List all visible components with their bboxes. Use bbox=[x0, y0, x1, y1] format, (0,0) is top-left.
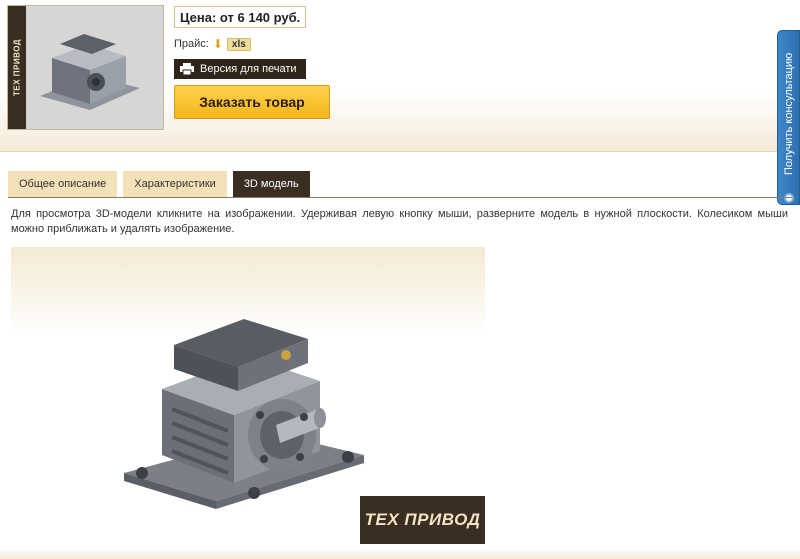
pricelist-label: Прайс: bbox=[174, 38, 209, 50]
tab-characteristics[interactable]: Характеристики bbox=[123, 171, 227, 197]
gearbox-3d-image bbox=[124, 319, 364, 509]
thumbnail-logo: ТЕХ ПРИВОД bbox=[8, 6, 26, 129]
footer-band bbox=[0, 548, 800, 559]
product-tabs: Общее описание Характеристики 3D модель bbox=[8, 171, 792, 198]
download-arrow-icon[interactable]: ⬇ bbox=[213, 38, 223, 50]
consultation-label: Получить консультацию bbox=[783, 52, 795, 176]
order-product-button[interactable]: Заказать товар bbox=[174, 85, 330, 119]
pricelist-xls-link[interactable]: xls bbox=[226, 37, 251, 51]
model-instructions: Для просмотра 3D-модели кликните на изоб… bbox=[11, 208, 788, 235]
gearbox-thumbnail-image bbox=[40, 34, 140, 110]
brand-logo: ТЕХ ПРИВОД bbox=[360, 496, 485, 544]
price-label: Цена: от 6 140 руб. bbox=[174, 6, 307, 28]
tab-3d-model[interactable]: 3D модель bbox=[232, 171, 310, 197]
3d-model-viewer[interactable]: ТЕХ ПРИВОД bbox=[11, 247, 485, 544]
tab-description[interactable]: Общее описание bbox=[8, 171, 118, 197]
print-version-button[interactable]: Версия для печати bbox=[174, 59, 306, 79]
product-thumbnail[interactable]: ТЕХ ПРИВОД bbox=[7, 5, 164, 130]
printer-icon bbox=[180, 63, 194, 75]
print-version-label: Версия для печати bbox=[200, 63, 297, 75]
pricelist-row: Прайс: ⬇ xls bbox=[174, 37, 251, 51]
